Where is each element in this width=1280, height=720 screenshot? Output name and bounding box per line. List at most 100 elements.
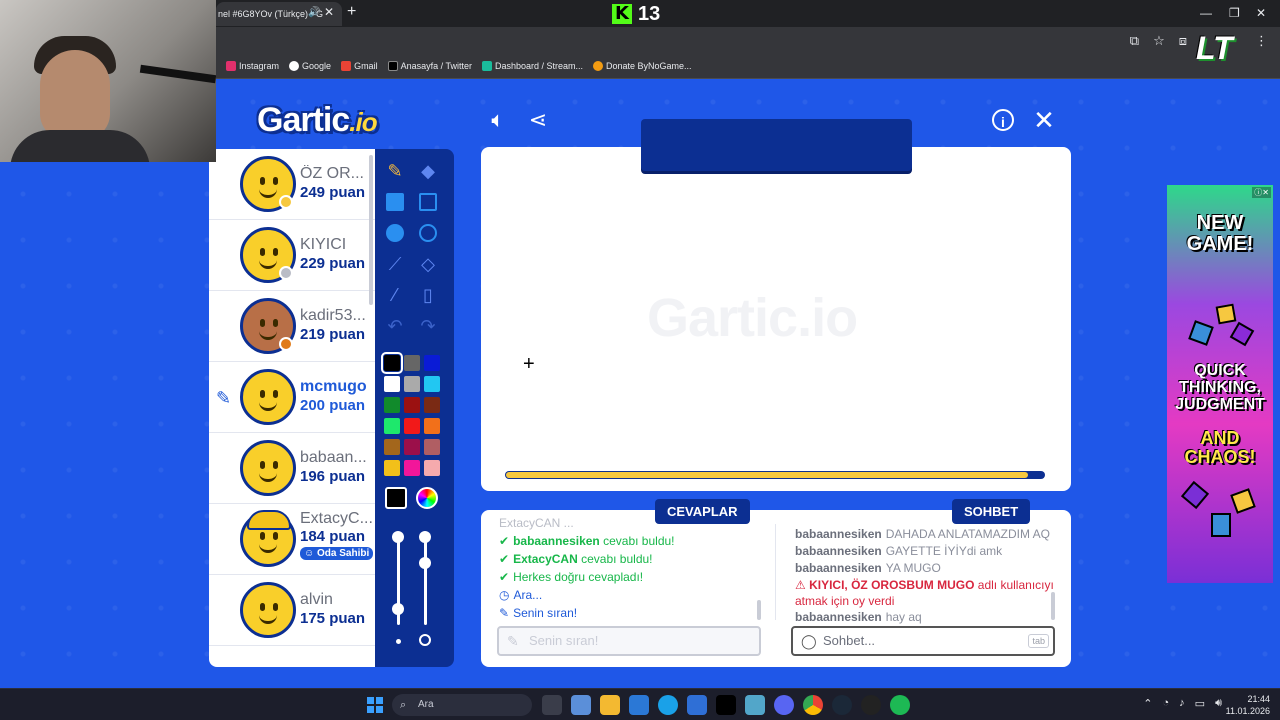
check-icon: ✔ bbox=[499, 552, 510, 566]
cast-icon[interactable]: ⧉ bbox=[1130, 33, 1139, 49]
windows-start-icon[interactable] bbox=[367, 697, 383, 713]
exit-icon[interactable]: ✕ bbox=[1031, 107, 1057, 133]
capcut-icon[interactable] bbox=[716, 695, 736, 715]
kick-viewer-badge: K 13 bbox=[612, 3, 660, 25]
file-explorer-icon[interactable] bbox=[600, 695, 620, 715]
opacity-knob[interactable] bbox=[419, 557, 431, 569]
color-swatch[interactable] bbox=[404, 439, 420, 455]
volume-icon[interactable]: 🔊︎ bbox=[1215, 697, 1222, 710]
bookmark-twitter[interactable]: Anasayfa / Twitter bbox=[387, 61, 472, 71]
widgets-icon[interactable] bbox=[571, 695, 591, 715]
extensions-icon[interactable]: ⧈ bbox=[1179, 33, 1187, 49]
settings-icon[interactable] bbox=[745, 695, 765, 715]
sound-icon[interactable]: 🔈︎ bbox=[485, 107, 511, 133]
spotify-icon[interactable] bbox=[890, 695, 910, 715]
player-row[interactable]: kadir53... 219 puan bbox=[209, 291, 375, 362]
gartic-logo: Gartic.io bbox=[257, 101, 378, 139]
filled-rectangle-tool[interactable] bbox=[386, 193, 404, 211]
task-view-icon[interactable] bbox=[542, 695, 562, 715]
answers-scrollbar[interactable] bbox=[757, 600, 761, 620]
bookmark-google[interactable]: Google bbox=[289, 61, 331, 71]
rectangle-tool[interactable] bbox=[419, 193, 437, 211]
maximize-icon[interactable]: ❐ bbox=[1229, 6, 1240, 20]
store-icon[interactable] bbox=[629, 695, 649, 715]
new-page-icon[interactable]: ▯ bbox=[416, 283, 440, 307]
discord-icon[interactable] bbox=[774, 695, 794, 715]
color-swatch[interactable] bbox=[424, 439, 440, 455]
player-row[interactable]: babaan... 196 puan bbox=[209, 433, 375, 504]
ellipse-tool[interactable] bbox=[419, 224, 437, 242]
ad-info-icon[interactable]: ⓘ✕ bbox=[1252, 187, 1271, 198]
color-swatch[interactable] bbox=[424, 418, 440, 434]
player-name: ÖZ OR... bbox=[300, 165, 364, 182]
bookmark-star-icon[interactable]: ☆ bbox=[1153, 33, 1165, 49]
bookmark-dashboard[interactable]: Dashboard / Stream... bbox=[481, 61, 583, 71]
player-score: 175 puan bbox=[300, 610, 366, 627]
player-row-current-drawer[interactable]: ✎ mcmugo 200 puan bbox=[209, 362, 375, 433]
list-item: ExtacyCAN ... bbox=[499, 518, 574, 530]
line-tool-icon[interactable]: ⟋ bbox=[383, 252, 407, 276]
tab-audio-icon[interactable]: 🔊 bbox=[308, 7, 320, 18]
filled-ellipse-tool[interactable] bbox=[386, 224, 404, 242]
undo-icon[interactable]: ↶ bbox=[383, 314, 407, 338]
color-swatch[interactable] bbox=[384, 397, 400, 413]
edge-icon[interactable] bbox=[658, 695, 678, 715]
eyedropper-icon[interactable]: ⁄ bbox=[383, 283, 407, 307]
menu-icon[interactable]: ⋮ bbox=[1255, 33, 1268, 49]
info-icon[interactable]: i bbox=[992, 109, 1014, 131]
player-row[interactable]: alvin 175 puan bbox=[209, 575, 375, 646]
window-close-icon[interactable]: ✕ bbox=[1256, 6, 1266, 20]
player-row[interactable]: KIYICI 229 puan bbox=[209, 220, 375, 291]
mic-icon[interactable]: ♪ bbox=[1179, 697, 1185, 710]
player-row[interactable]: ExtacyC... 184 puan ☺ Oda Sahibi bbox=[209, 504, 375, 575]
taskbar-search[interactable]: ⌕ Ara bbox=[392, 694, 532, 716]
color-swatch[interactable] bbox=[384, 439, 400, 455]
players-scrollbar[interactable] bbox=[369, 155, 373, 305]
answer-input[interactable]: ✎ Senin sıran! bbox=[497, 626, 761, 656]
chrome-icon[interactable] bbox=[803, 695, 823, 715]
drawing-canvas[interactable]: Gartic.io + bbox=[481, 147, 1071, 491]
color-swatch[interactable] bbox=[404, 355, 420, 371]
opacity-slider[interactable] bbox=[424, 535, 427, 625]
color-picker-icon[interactable] bbox=[416, 487, 438, 509]
color-swatch[interactable] bbox=[424, 397, 440, 413]
share-icon[interactable]: ⋖ bbox=[525, 107, 551, 133]
color-swatch[interactable] bbox=[404, 460, 420, 476]
color-swatch[interactable] bbox=[424, 460, 440, 476]
player-row[interactable]: ÖZ OR... 249 puan bbox=[209, 149, 375, 220]
chat-input[interactable]: ◯ Sohbet... tab bbox=[791, 626, 1055, 656]
pencil-tool-icon[interactable]: ✎ bbox=[383, 159, 407, 183]
minimize-icon[interactable]: — bbox=[1200, 6, 1212, 20]
steam-icon[interactable] bbox=[832, 695, 852, 715]
color-swatch[interactable] bbox=[404, 418, 420, 434]
color-swatch[interactable] bbox=[384, 376, 400, 392]
chat-tab[interactable]: SOHBET bbox=[952, 499, 1031, 524]
color-swatch[interactable] bbox=[404, 397, 420, 413]
advertisement[interactable]: ⓘ✕ NEW GAME! QUICK THINKING, JUDGMENT AN… bbox=[1167, 185, 1273, 583]
brush-size-knob[interactable] bbox=[392, 603, 404, 615]
battery-icon[interactable]: ▭ bbox=[1195, 697, 1205, 710]
obs-icon[interactable] bbox=[861, 695, 881, 715]
fill-bucket-icon[interactable]: ◇ bbox=[416, 252, 440, 276]
color-swatch[interactable] bbox=[384, 418, 400, 434]
mail-icon[interactable] bbox=[687, 695, 707, 715]
clock[interactable]: 21:44 11.01.2026 bbox=[1226, 693, 1270, 717]
bookmark-gmail[interactable]: Gmail bbox=[341, 61, 378, 71]
tab-close-icon[interactable]: ✕ bbox=[324, 5, 334, 19]
color-swatch[interactable] bbox=[424, 376, 440, 392]
color-swatch[interactable] bbox=[424, 355, 440, 371]
redo-icon[interactable]: ↷ bbox=[416, 314, 440, 338]
chat-scrollbar[interactable] bbox=[1051, 592, 1055, 620]
network-icon[interactable]: ◔ bbox=[1163, 697, 1170, 710]
eraser-tool-icon[interactable]: ◆ bbox=[416, 159, 440, 183]
bookmark-donate[interactable]: Donate ByNoGame... bbox=[593, 61, 692, 71]
color-swatch[interactable] bbox=[381, 352, 403, 374]
crosshair-cursor-icon: + bbox=[523, 353, 535, 375]
color-swatch[interactable] bbox=[404, 376, 420, 392]
kick-logo-icon: K bbox=[612, 4, 632, 24]
color-swatch[interactable] bbox=[384, 460, 400, 476]
webcam-overlay bbox=[0, 0, 216, 162]
tray-overflow-icon[interactable]: ⌃ bbox=[1143, 697, 1152, 710]
bookmark-instagram[interactable]: Instagram bbox=[226, 61, 279, 71]
new-tab-button[interactable]: + bbox=[347, 3, 356, 21]
